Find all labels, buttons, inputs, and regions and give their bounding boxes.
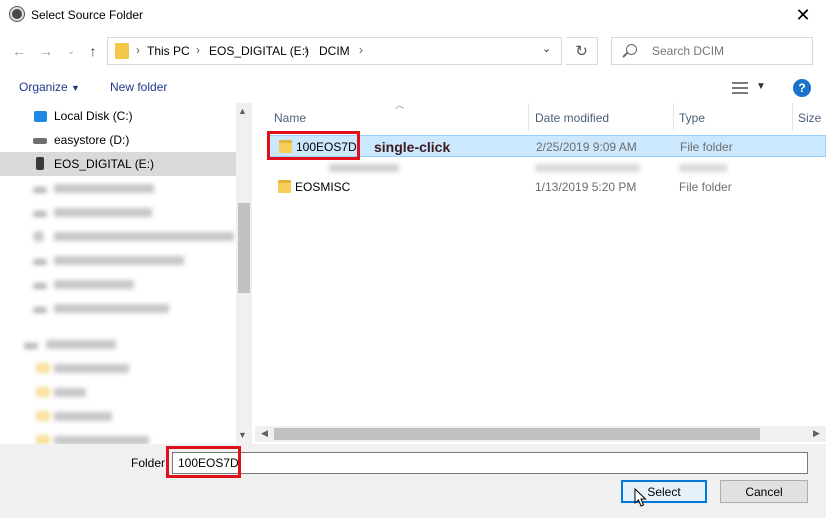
column-header-size[interactable]: Size [798,111,821,125]
refresh-button[interactable]: ↻ [566,37,598,65]
view-options-icon[interactable] [732,82,748,94]
address-bar[interactable]: › This PC › EOS_DIGITAL (E:) › DCIM › ⌄ [107,37,562,65]
folder-field[interactable] [172,452,808,474]
forward-arrow-icon: → [39,43,53,59]
breadcrumb-separator-icon: › [136,43,140,57]
recent-locations-button[interactable]: ⌄ [60,38,82,64]
forward-button[interactable]: → [35,38,57,64]
file-row-eosmisc[interactable]: EOSMISC 1/13/2019 5:20 PM File folder [267,176,826,198]
scroll-left-icon[interactable]: ◀ [261,428,268,439]
breadcrumb-separator-icon: › [359,43,363,57]
breadcrumb-eos-digital[interactable]: EOS_DIGITAL (E:) [209,44,309,58]
navigation-scrollbar-thumb[interactable] [238,203,250,293]
file-name: EOSMISC [295,180,351,194]
chevron-down-icon[interactable]: ▼ [756,81,766,92]
file-date: 1/13/2019 5:20 PM [535,180,637,194]
back-arrow-icon: ← [12,43,26,59]
app-icon [10,7,24,21]
back-button[interactable]: ← [8,38,30,64]
close-icon: ✕ [795,5,811,25]
breadcrumb-dcim[interactable]: DCIM [319,44,350,58]
up-button[interactable]: ↑ [82,38,104,64]
drive-icon [33,138,47,144]
sidebar-item-label: Local Disk (C:) [54,109,133,123]
sd-card-icon [36,157,44,170]
close-button[interactable]: ✕ [780,0,826,31]
file-date: 2/25/2019 9:09 AM [536,140,637,154]
breadcrumb-this-pc[interactable]: This PC [147,44,190,58]
title-bar: Select Source Folder ✕ [0,0,826,31]
sidebar-item-easystore[interactable]: easystore (D:) [0,128,236,152]
highlight-box-folder-field [166,446,241,478]
breadcrumb-separator-icon: › [196,43,200,57]
organize-button[interactable]: Organize ▼ [19,80,80,94]
horizontal-scrollbar-thumb[interactable] [274,428,760,440]
new-folder-button[interactable]: New folder [110,80,167,94]
address-dropdown-icon[interactable]: ⌄ [542,42,551,55]
navigation-pane: Local Disk (C:) easystore (D:) EOS_DIGIT… [0,103,252,444]
search-placeholder: Search DCIM [652,44,725,58]
column-divider[interactable] [792,103,793,131]
scroll-down-icon[interactable]: ▼ [238,430,247,440]
refresh-icon: ↻ [575,43,588,60]
sidebar-item-label: easystore (D:) [54,133,130,147]
sidebar-item-eos-digital[interactable]: EOS_DIGITAL (E:) [0,152,236,176]
organize-label: Organize [19,80,68,94]
column-divider[interactable] [528,103,529,131]
chevron-down-icon: ▼ [71,83,80,93]
folder-icon [278,180,291,193]
scroll-up-icon[interactable]: ▲ [238,106,247,116]
folder-icon [115,43,129,59]
cancel-button[interactable]: Cancel [720,480,808,503]
sidebar-item-local-disk[interactable]: Local Disk (C:) [0,104,236,128]
drive-icon [34,111,47,122]
up-arrow-icon: ↑ [89,43,97,59]
search-box[interactable]: Search DCIM [611,37,813,65]
search-icon [626,44,637,55]
window-title: Select Source Folder [31,8,144,22]
column-header-name[interactable]: Name [274,111,306,125]
column-divider[interactable] [673,103,674,131]
file-type: File folder [680,140,733,154]
file-type: File folder [679,180,732,194]
scroll-right-icon[interactable]: ▶ [813,428,820,439]
folder-field-label: Folder: [131,456,169,470]
breadcrumb-separator-icon: › [304,43,308,57]
column-header-date[interactable]: Date modified [535,111,609,125]
sort-ascending-icon: ︿ [395,100,405,110]
annotation-label: single-click [374,139,451,155]
help-icon[interactable]: ? [793,79,811,97]
chevron-down-icon: ⌄ [67,45,75,56]
column-header-type[interactable]: Type [679,111,705,125]
highlight-box-folder [267,131,360,160]
sidebar-item-label: EOS_DIGITAL (E:) [54,157,155,171]
